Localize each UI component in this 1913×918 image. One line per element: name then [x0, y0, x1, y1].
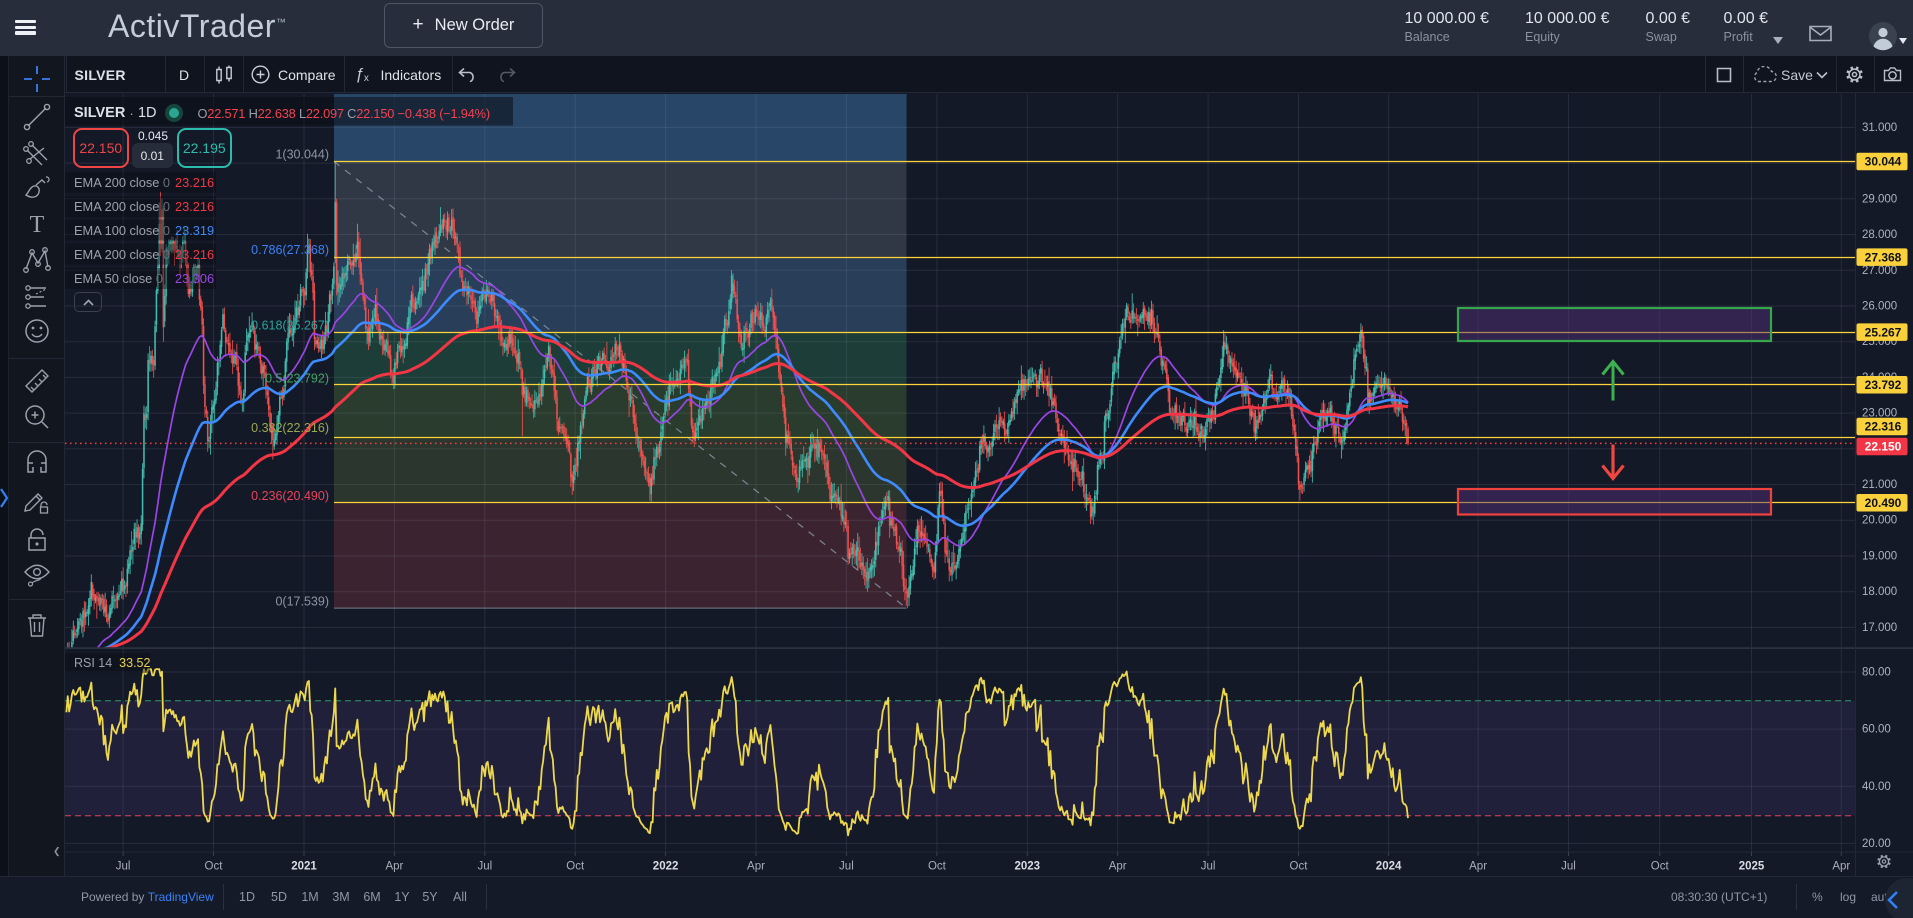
svg-text:18.000: 18.000: [1862, 586, 1897, 598]
svg-text:27.000: 27.000: [1862, 265, 1897, 277]
svg-text:22.316: 22.316: [1865, 420, 1902, 434]
svg-text:Apr: Apr: [1832, 861, 1850, 873]
svg-text:2023: 2023: [1015, 861, 1041, 873]
svg-text:0(17.539): 0(17.539): [275, 594, 329, 608]
svg-text:Apr: Apr: [385, 861, 403, 873]
svg-text:40.00: 40.00: [1862, 781, 1891, 793]
svg-text:80.00: 80.00: [1862, 667, 1891, 679]
svg-text:Apr: Apr: [1469, 861, 1487, 873]
svg-text:Jul: Jul: [1201, 861, 1216, 873]
svg-text:0.618(25.267): 0.618(25.267): [251, 318, 329, 332]
svg-text:21.000: 21.000: [1862, 479, 1897, 491]
svg-text:25.267: 25.267: [1865, 325, 1902, 339]
svg-text:2024: 2024: [1376, 861, 1402, 873]
svg-text:30.044: 30.044: [1865, 155, 1902, 169]
svg-text:Oct: Oct: [928, 861, 947, 873]
svg-text:2021: 2021: [291, 861, 317, 873]
svg-text:17.000: 17.000: [1862, 622, 1897, 634]
svg-text:Jul: Jul: [477, 861, 492, 873]
svg-text:Apr: Apr: [747, 861, 765, 873]
svg-text:31.000: 31.000: [1862, 122, 1897, 134]
svg-text:29.000: 29.000: [1862, 193, 1897, 205]
svg-text:0.382(22.316): 0.382(22.316): [251, 421, 329, 435]
svg-text:27.368: 27.368: [1865, 250, 1902, 264]
svg-text:Jul: Jul: [1561, 861, 1576, 873]
svg-text:Oct: Oct: [1651, 861, 1670, 873]
svg-text:19.000: 19.000: [1862, 551, 1897, 563]
svg-text:T: T: [29, 212, 44, 238]
svg-text:1(30.044): 1(30.044): [275, 147, 329, 161]
svg-text:0.5(23.792): 0.5(23.792): [265, 371, 329, 385]
svg-text:Oct: Oct: [205, 861, 224, 873]
svg-text:20.490: 20.490: [1865, 496, 1902, 510]
svg-text:28.000: 28.000: [1862, 229, 1897, 241]
svg-text:60.00: 60.00: [1862, 724, 1891, 736]
svg-text:20.000: 20.000: [1862, 515, 1897, 527]
svg-text:Jul: Jul: [839, 861, 854, 873]
svg-text:0.236(20.490): 0.236(20.490): [251, 489, 329, 503]
svg-text:23.792: 23.792: [1865, 378, 1902, 392]
svg-text:20.00: 20.00: [1862, 838, 1891, 850]
svg-text:2025: 2025: [1739, 861, 1765, 873]
svg-text:Jul: Jul: [116, 861, 131, 873]
svg-text:0.786(27.368): 0.786(27.368): [251, 243, 329, 257]
svg-text:26.000: 26.000: [1862, 301, 1897, 313]
svg-text:2022: 2022: [653, 861, 679, 873]
svg-text:Apr: Apr: [1109, 861, 1127, 873]
svg-text:Oct: Oct: [566, 861, 585, 873]
svg-text:Oct: Oct: [1290, 861, 1309, 873]
svg-text:22.150: 22.150: [1865, 440, 1902, 454]
